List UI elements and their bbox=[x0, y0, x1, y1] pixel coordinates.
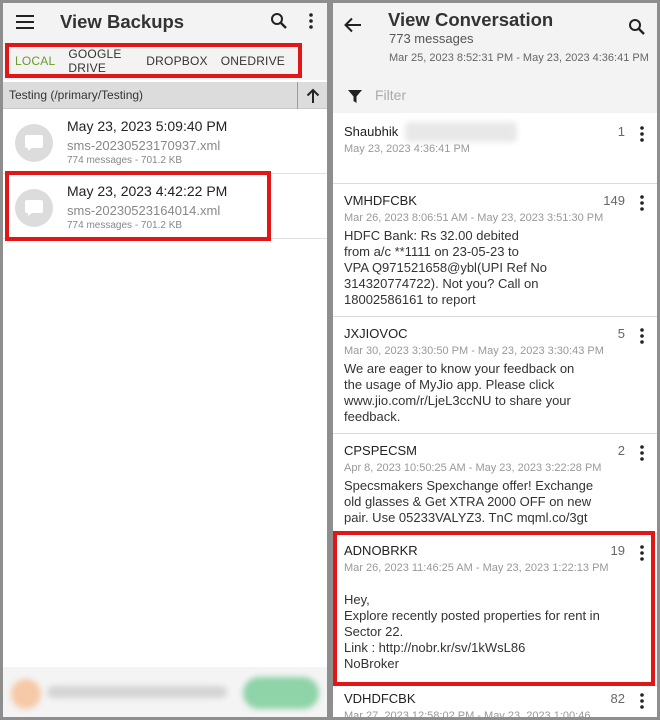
filter-icon bbox=[347, 88, 363, 106]
page-title: View Backups bbox=[60, 11, 185, 32]
search-icon[interactable] bbox=[267, 9, 291, 33]
date-range: Mar 25, 2023 8:52:31 PM - May 23, 2023 4… bbox=[389, 52, 649, 64]
page-title: View Conversation bbox=[388, 9, 554, 30]
conversation-item[interactable]: CPSPECSM 2 Apr 8, 2023 10:50:25 AM - May… bbox=[333, 435, 657, 534]
conversation-date-range: Mar 30, 2023 3:30:50 PM - May 23, 2023 3… bbox=[344, 345, 604, 357]
conversation-count: 1 bbox=[617, 124, 625, 139]
folder-path: Testing (/primary/Testing) bbox=[9, 88, 144, 102]
conversation-item[interactable]: Shaubhik 1 May 23, 2023 4:36:41 PM bbox=[333, 116, 657, 184]
filter-field[interactable]: Filter bbox=[333, 83, 657, 111]
conversation-date-range: Apr 8, 2023 10:50:25 AM - May 23, 2023 3… bbox=[344, 462, 602, 474]
tab-onedrive[interactable]: ONEDRIVE bbox=[221, 54, 285, 68]
conversation-sender: CPSPECSM bbox=[344, 443, 417, 458]
backup-date: May 23, 2023 5:09:40 PM bbox=[67, 118, 228, 134]
ad-banner bbox=[3, 667, 327, 717]
filter-placeholder: Filter bbox=[375, 87, 407, 103]
conversation-count: 2 bbox=[617, 443, 625, 458]
more-options-icon[interactable] bbox=[637, 692, 647, 710]
tab-local[interactable]: LOCAL bbox=[15, 54, 55, 68]
view-conversation-screen: View Conversation 773 messages Mar 25, 2… bbox=[333, 3, 657, 717]
conversation-sender: VDHDFCBK bbox=[344, 691, 416, 706]
arrow-up-icon bbox=[306, 88, 319, 103]
backup-meta: 774 messages - 701.2 KB bbox=[67, 155, 183, 166]
search-icon[interactable] bbox=[625, 15, 649, 39]
message-count: 773 messages bbox=[389, 31, 474, 46]
ad-text bbox=[47, 686, 227, 698]
conversation-date-range: Mar 26, 2023 8:06:51 AM - May 23, 2023 3… bbox=[344, 212, 604, 224]
conversation-sender: JXJIOVOC bbox=[344, 326, 408, 341]
more-options-icon[interactable] bbox=[303, 9, 319, 33]
highlight-box bbox=[333, 531, 655, 686]
highlight-box bbox=[5, 171, 271, 241]
tab-google-drive[interactable]: GOOGLE DRIVE bbox=[68, 47, 133, 75]
sort-button[interactable] bbox=[297, 82, 327, 109]
conversation-preview: HDFC Bank: Rs 32.00 debited from a/c **1… bbox=[344, 228, 548, 307]
backup-filename: sms-20230523170937.xml bbox=[67, 138, 221, 153]
conversation-item[interactable]: VDHDFCBK 82 Mar 27, 2023 12:58:02 PM - M… bbox=[333, 687, 657, 717]
conversation-date-range: May 23, 2023 4:36:41 PM bbox=[344, 143, 470, 155]
redacted-name bbox=[405, 122, 517, 142]
conversation-preview: Specsmakers Spexchange offer! Exchange o… bbox=[344, 478, 594, 525]
conversation-sender: VMHDFCBK bbox=[344, 193, 417, 208]
tab-dropbox[interactable]: DROPBOX bbox=[146, 54, 207, 68]
more-options-icon[interactable] bbox=[637, 327, 647, 345]
menu-icon[interactable] bbox=[13, 11, 37, 33]
conversation-count: 5 bbox=[617, 326, 625, 341]
conversation-date-range: Mar 27, 2023 12:58:02 PM - May 23, 2023 … bbox=[344, 710, 591, 717]
more-options-icon[interactable] bbox=[637, 194, 647, 212]
folder-path-bar: Testing (/primary/Testing) bbox=[3, 82, 327, 109]
storage-tabs: LOCAL GOOGLE DRIVE DROPBOX ONEDRIVE bbox=[5, 43, 302, 78]
view-backups-screen: View Backups LOCAL GOOGLE DRIVE DROPBOX … bbox=[3, 3, 327, 717]
more-options-icon[interactable] bbox=[637, 444, 647, 462]
conversation-sender: Shaubhik bbox=[344, 124, 399, 139]
ad-button[interactable] bbox=[243, 677, 319, 709]
backup-item[interactable]: May 23, 2023 5:09:40 PM sms-202305231709… bbox=[3, 110, 327, 174]
right-app-bar: View Conversation 773 messages Mar 25, 2… bbox=[333, 3, 657, 113]
back-arrow-icon[interactable] bbox=[341, 13, 365, 37]
conversation-item[interactable]: VMHDFCBK 149 Mar 26, 2023 8:06:51 AM - M… bbox=[333, 185, 657, 317]
conversation-count: 149 bbox=[603, 193, 625, 208]
chat-bubble-icon bbox=[15, 124, 53, 162]
ad-logo bbox=[11, 679, 41, 709]
more-options-icon[interactable] bbox=[637, 125, 647, 143]
left-app-bar: View Backups LOCAL GOOGLE DRIVE DROPBOX … bbox=[3, 3, 327, 80]
conversation-item[interactable]: JXJIOVOC 5 Mar 30, 2023 3:30:50 PM - May… bbox=[333, 318, 657, 434]
conversation-preview: We are eager to know your feedback on th… bbox=[344, 361, 575, 424]
conversation-count: 82 bbox=[610, 691, 625, 706]
